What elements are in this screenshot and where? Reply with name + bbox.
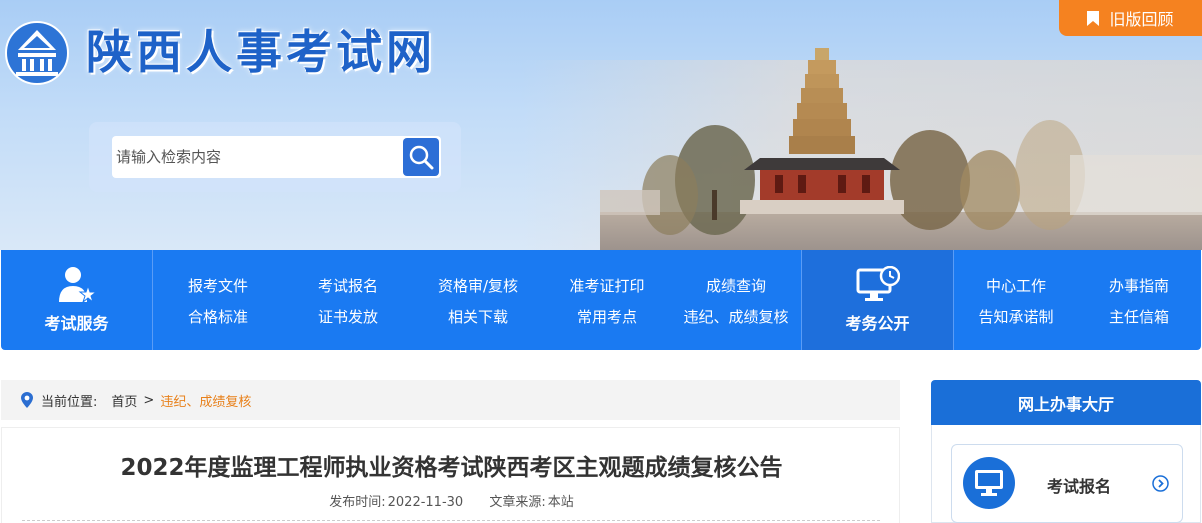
source-label: 文章来源:: [489, 495, 546, 510]
online-registration-card[interactable]: 考试报名: [951, 444, 1183, 523]
search-input[interactable]: [116, 143, 396, 171]
monitor-clock-icon: [856, 266, 900, 301]
nav-link-score-recheck[interactable]: 违纪、成绩复核: [683, 306, 788, 327]
main-nav: 考试服务 报考文件 合格标准 考试报名 证书发放 资格审/复核 相关下载 准考证…: [1, 250, 1201, 350]
online-registration-label: 考试报名: [1047, 477, 1112, 496]
nav-link-commitment-system[interactable]: 告知承诺制: [978, 306, 1053, 327]
nav-link-exam-documents[interactable]: 报考文件: [188, 275, 248, 296]
location-pin-icon: [21, 392, 33, 408]
nav-block-exam-service-label: 考试服务: [44, 314, 109, 333]
search-button[interactable]: [403, 138, 439, 176]
breadcrumb-current[interactable]: 违纪、成绩复核: [160, 391, 251, 410]
computer-icon-circle: [963, 457, 1015, 509]
nav-link-exam-sites[interactable]: 常用考点: [577, 306, 637, 327]
nav-block-exam-affairs-label: 考务公开: [845, 314, 910, 333]
nav-link-exam-registration[interactable]: 考试报名: [318, 275, 378, 296]
nav-block-exam-affairs[interactable]: 考务公开: [801, 250, 954, 350]
bookmark-icon: [1087, 10, 1100, 26]
online-hall-heading: 网上办事大厅: [931, 380, 1201, 425]
nav-link-service-guide[interactable]: 办事指南: [1109, 275, 1169, 296]
article-title: 2022年度监理工程师执业资格考试陕西考区主观题成绩复核公告: [120, 455, 783, 481]
article-divider: [22, 520, 880, 521]
article-meta: 发布时间: 2022-11-30 文章来源: 本站: [2, 491, 901, 510]
article-panel: 2022年度监理工程师执业资格考试陕西考区主观题成绩复核公告 发布时间: 2022…: [1, 427, 900, 523]
old-version-label: 旧版回顾: [1109, 10, 1174, 29]
person-star-icon: [58, 267, 97, 304]
nav-block-exam-service[interactable]: 考试服务: [1, 250, 153, 350]
nav-link-admission-ticket[interactable]: 准考证打印: [569, 275, 644, 296]
published-date: 2022-11-30: [387, 495, 464, 510]
breadcrumb-separator: >: [143, 392, 155, 408]
breadcrumb: 当前位置: 首页 > 违纪、成绩复核: [1, 380, 900, 420]
published-label: 发布时间:: [329, 495, 386, 510]
nav-link-pass-standard[interactable]: 合格标准: [188, 306, 248, 327]
pagoda-illustration: [600, 48, 1202, 235]
breadcrumb-prefix: 当前位置:: [41, 394, 98, 410]
nav-link-director-mailbox[interactable]: 主任信箱: [1109, 306, 1169, 327]
old-version-button[interactable]: 旧版回顾: [1059, 0, 1202, 36]
header-banner: 陕西人事考试网 旧版回顾: [0, 0, 1202, 250]
breadcrumb-home[interactable]: 首页: [111, 391, 137, 410]
nav-link-certificate-issue[interactable]: 证书发放: [318, 306, 378, 327]
source-value: 本站: [547, 495, 574, 510]
chevron-right-circle-icon[interactable]: [1152, 475, 1169, 492]
nav-link-center-work[interactable]: 中心工作: [986, 275, 1046, 296]
nav-link-downloads[interactable]: 相关下载: [448, 306, 508, 327]
site-logo-icon: [5, 21, 69, 85]
site-title[interactable]: 陕西人事考试网: [86, 22, 436, 82]
search-icon: [409, 145, 434, 170]
nav-link-score-query[interactable]: 成绩查询: [706, 275, 766, 296]
nav-link-qualification-review[interactable]: 资格审/复核: [438, 275, 518, 296]
computer-icon: [975, 470, 1003, 496]
